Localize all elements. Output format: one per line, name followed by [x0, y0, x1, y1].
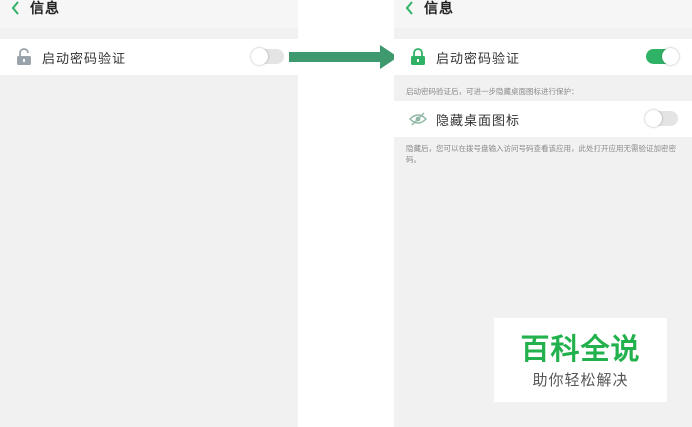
- back-chevron-icon[interactable]: [402, 0, 418, 17]
- right-arrow-icon: [289, 45, 398, 69]
- password-verify-row[interactable]: 启动密码验证: [0, 39, 298, 75]
- unlocked-padlock-icon: [14, 47, 34, 67]
- toggle-knob: [251, 48, 268, 65]
- locked-padlock-icon: [408, 47, 428, 67]
- password-verify-toggle[interactable]: [646, 48, 679, 65]
- back-chevron-icon[interactable]: [8, 0, 24, 17]
- hide-icon-toggle[interactable]: [645, 110, 678, 127]
- left-screen: 信息 启动密码验证: [0, 0, 298, 427]
- hide-icon-note: 隐藏后，您可以在拨号盘输入访问号码查看该应用，此处打开应用无需验证加密密码。: [406, 144, 676, 164]
- password-verify-label: 启动密码验证: [436, 51, 521, 67]
- watermark-title: 百科全说: [520, 332, 641, 366]
- password-verify-row[interactable]: 启动密码验证: [394, 39, 692, 75]
- password-verify-label: 启动密码验证: [42, 51, 127, 67]
- page-title: 信息: [424, 1, 454, 17]
- hide-icon-row[interactable]: 隐藏桌面图标: [394, 101, 692, 137]
- watermark-logo: 百科全说 助你轻松解决: [494, 318, 667, 402]
- right-header: 信息: [394, 0, 692, 28]
- password-verify-note: 启动密码验证后，可进一步隐藏桌面图标进行保护：: [406, 87, 579, 96]
- page-title: 信息: [30, 1, 60, 17]
- password-verify-toggle[interactable]: [251, 48, 284, 65]
- left-header: 信息: [0, 0, 298, 28]
- hide-icon-label: 隐藏桌面图标: [436, 113, 521, 129]
- toggle-knob: [645, 110, 662, 127]
- toggle-knob: [662, 48, 679, 65]
- watermark-subtitle: 助你轻松解决: [532, 371, 629, 389]
- hidden-eye-icon: [408, 109, 428, 129]
